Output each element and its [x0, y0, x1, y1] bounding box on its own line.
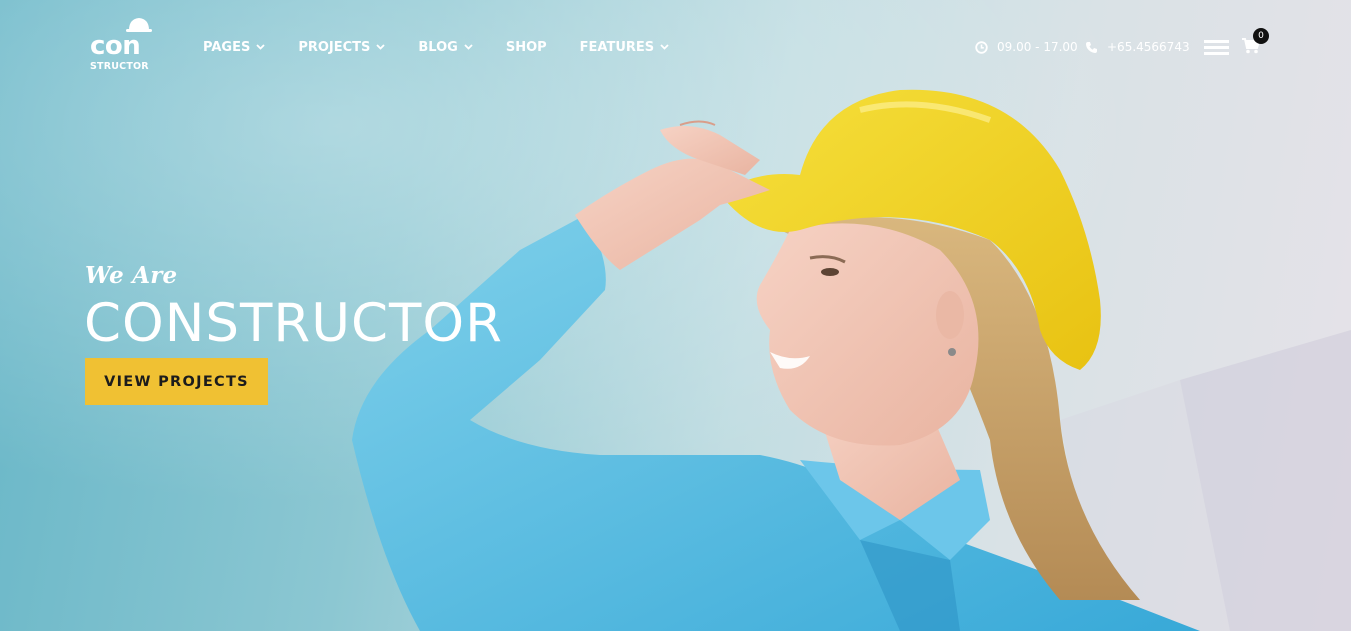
nav-item-pages[interactable]: PAGES [203, 36, 265, 58]
phone-icon [1086, 41, 1097, 53]
hamburger-icon[interactable] [1204, 40, 1229, 55]
chevron-down-icon [256, 44, 265, 50]
nav-item-blog[interactable]: BLOG [418, 36, 473, 58]
chevron-down-icon [376, 44, 386, 50]
nav-item-label: PAGES [203, 39, 251, 55]
nav-item-label: BLOG [418, 39, 458, 55]
view-projects-button[interactable]: VIEW PROJECTS [85, 358, 268, 405]
logo-sub-text: STRUCTOR [90, 61, 149, 72]
opening-hours: 09.00 - 17.00 [975, 38, 1078, 56]
nav-item-label: PROJECTS [298, 39, 371, 55]
nav-item-label: SHOP [505, 39, 547, 55]
cart-count-badge: 0 [1253, 28, 1269, 44]
logo-main-text: con [90, 31, 141, 61]
nav-item-shop[interactable]: SHOP [506, 36, 547, 58]
clock-icon [975, 40, 988, 54]
nav-item-features[interactable]: FEATURES [580, 36, 670, 58]
opening-hours-text: 09.00 - 17.00 [997, 40, 1078, 54]
nav-item-projects[interactable]: PROJECTS [298, 36, 386, 58]
nav-item-label: FEATURES [579, 39, 655, 55]
hero-headline: CONSTRUCTOR [84, 293, 503, 354]
chevron-down-icon [464, 44, 473, 50]
phone-number[interactable]: +65.4566743 [1085, 38, 1190, 56]
main-nav: PAGES PROJECTS BLOG SHOP FEATURES [203, 36, 702, 58]
hero-tagline: We Are [85, 262, 178, 289]
phone-number-text: +65.4566743 [1107, 40, 1190, 54]
chevron-down-icon [660, 44, 669, 50]
logo[interactable]: con STRUCTOR [88, 16, 158, 76]
